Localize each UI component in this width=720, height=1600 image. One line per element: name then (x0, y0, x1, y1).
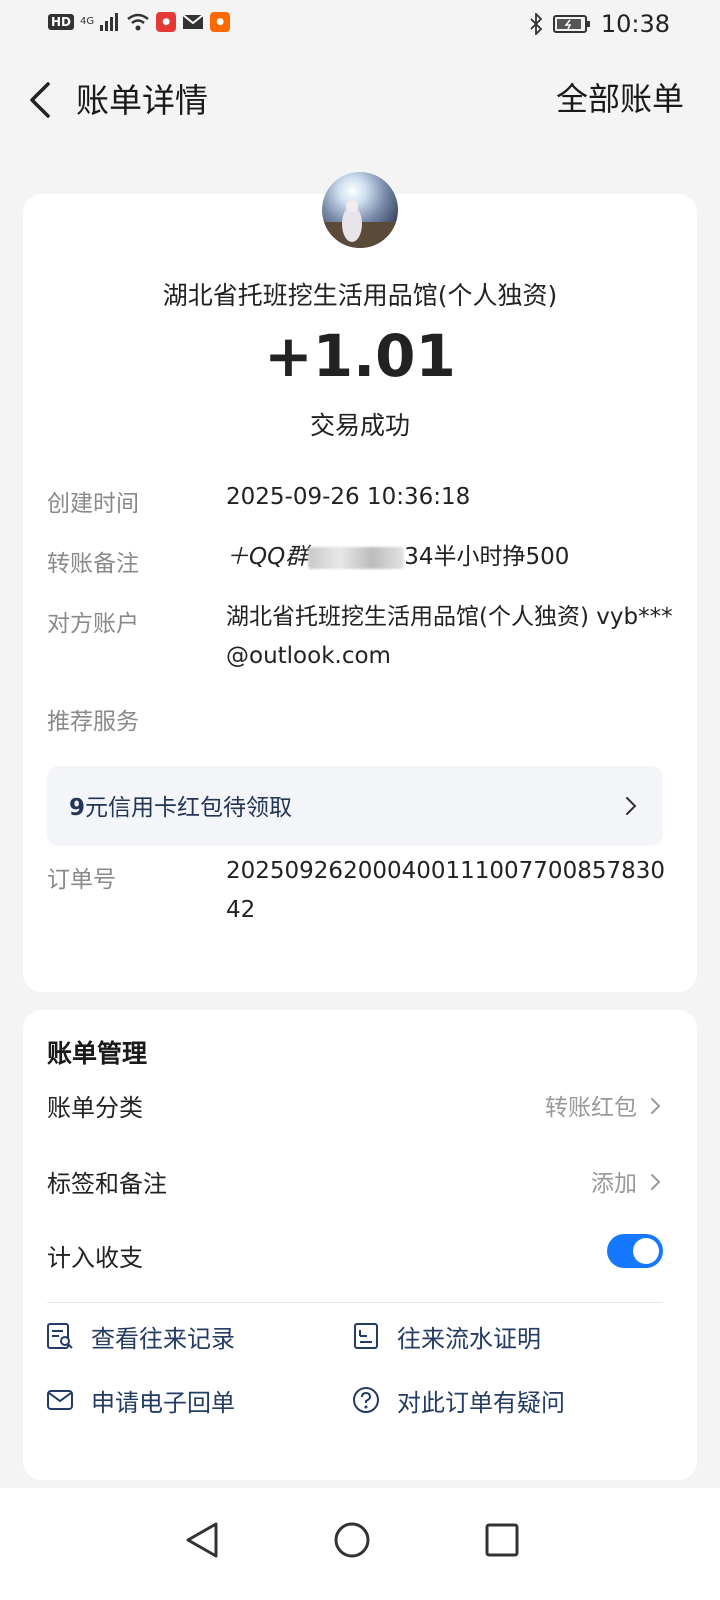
status-bar: HD 4G ● ● 10:38 (0, 0, 720, 48)
network-label: 4G (80, 16, 95, 27)
app-notify-icon-2: ● (210, 12, 231, 32)
transaction-status: 交易成功 (309, 411, 410, 440)
bill-category-row[interactable]: 账单分类 转账红包 (47, 1074, 663, 1134)
created-time-value: 2025-09-26 10:36:18 (226, 484, 471, 510)
all-bills-link[interactable]: 全部账单 (556, 74, 684, 120)
memo-suffix: 34半小时挣500 (404, 544, 570, 570)
credit-card-promo-banner[interactable]: 9元信用卡红包待领取 (47, 766, 663, 846)
memo-redacted-blur (308, 546, 405, 569)
chevron-right-icon (626, 797, 637, 815)
merchant-avatar (322, 172, 398, 248)
include-in-stats-row: 计入收支 (47, 1224, 663, 1284)
include-in-stats-label: 计入收支 (47, 1244, 143, 1272)
wifi-icon (127, 13, 149, 31)
page-title: 账单详情 (76, 81, 208, 120)
statement-proof-label: 往来流水证明 (397, 1324, 541, 1353)
memo-label: 转账备注 (47, 551, 139, 577)
counterparty-label: 对方账户 (47, 611, 139, 637)
back-button[interactable] (24, 76, 64, 124)
square-recents-icon (485, 1523, 519, 1557)
battery-icon (552, 15, 590, 33)
nav-back-button[interactable] (172, 1510, 232, 1570)
transaction-card: 湖北省托班挖生活用品馆(个人独资) +1.01 交易成功 创建时间 2025-0… (23, 172, 697, 992)
mail-icon (182, 14, 204, 29)
promo-text: 9元信用卡红包待领取 (69, 788, 292, 822)
system-nav-bar (0, 1488, 720, 1600)
hd-badge: HD (48, 14, 75, 30)
circle-home-icon (334, 1522, 370, 1558)
bluetooth-icon (530, 13, 543, 35)
statement-proof-link[interactable]: 往来流水证明 (351, 1314, 541, 1358)
divider (47, 1302, 663, 1303)
back-arrow-icon (30, 82, 50, 118)
clock: 10:38 (600, 10, 670, 38)
app-notify-icon: ● (156, 12, 177, 32)
view-history-link[interactable]: 查看往来记录 (45, 1314, 235, 1358)
created-time-label: 创建时间 (47, 491, 139, 517)
bill-category-label: 账单分类 (47, 1094, 143, 1122)
record-search-icon (47, 1323, 73, 1349)
question-icon (353, 1387, 379, 1413)
tags-notes-label: 标签和备注 (47, 1170, 167, 1198)
app-header: 账单详情 全部账单 (0, 60, 720, 140)
transaction-amount: +1.01 (264, 322, 456, 390)
management-title: 账单管理 (47, 1039, 148, 1068)
order-question-label: 对此订单有疑问 (397, 1388, 565, 1417)
order-number-label: 订单号 (47, 867, 116, 893)
document-icon (354, 1323, 378, 1349)
bill-category-value: 转账红包 (545, 1095, 637, 1121)
nav-recents-button[interactable] (472, 1510, 532, 1570)
bill-management-card: 账单管理 账单分类 转账红包 标签和备注 添加 计入收支 查看往来记录 往来流水… (23, 1010, 697, 1480)
promo-desc: 元信用卡红包待领取 (85, 795, 293, 821)
toggle-knob (633, 1238, 659, 1264)
promo-amount: 9 (69, 795, 86, 821)
e-receipt-link[interactable]: 申请电子回单 (45, 1378, 235, 1422)
tags-notes-value: 添加 (591, 1171, 637, 1197)
recommend-label: 推荐服务 (47, 709, 139, 735)
memo-value: ＋QQ群 34半小时挣500 (226, 538, 676, 577)
order-number-value: 20250926200040011100770085783042 (226, 858, 665, 923)
counterparty-value: 湖北省托班挖生活用品馆(个人独资) vyb***@outlook.com (226, 604, 673, 669)
mail-icon (47, 1390, 73, 1410)
e-receipt-label: 申请电子回单 (91, 1388, 235, 1417)
nav-home-button[interactable] (322, 1510, 382, 1570)
order-question-link[interactable]: 对此订单有疑问 (351, 1378, 565, 1422)
merchant-name: 湖北省托班挖生活用品馆(个人独资) (162, 281, 558, 310)
tags-notes-row[interactable]: 标签和备注 添加 (47, 1150, 663, 1210)
chevron-right-icon (651, 1098, 661, 1114)
triangle-back-icon (186, 1522, 218, 1558)
memo-prefix: ＋QQ群 (226, 544, 309, 570)
chevron-right-icon (651, 1174, 661, 1190)
view-history-label: 查看往来记录 (91, 1324, 235, 1353)
signal-icon (100, 13, 119, 31)
include-in-stats-toggle[interactable] (607, 1234, 663, 1268)
